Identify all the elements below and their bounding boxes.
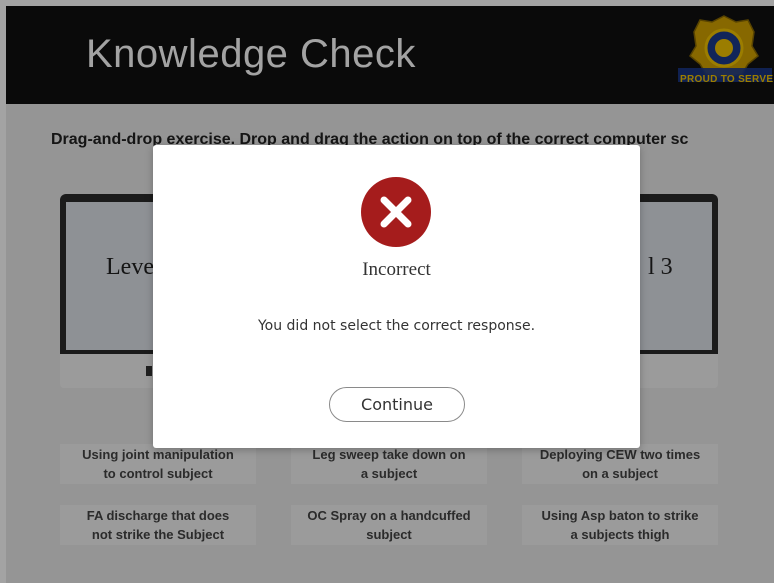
feedback-dialog: Incorrect You did not select the correct… <box>153 145 640 448</box>
dialog-message: You did not select the correct response. <box>257 318 536 334</box>
dialog-title: Incorrect <box>362 259 431 280</box>
error-x-icon <box>361 177 431 247</box>
continue-button[interactable]: Continue <box>329 387 465 422</box>
